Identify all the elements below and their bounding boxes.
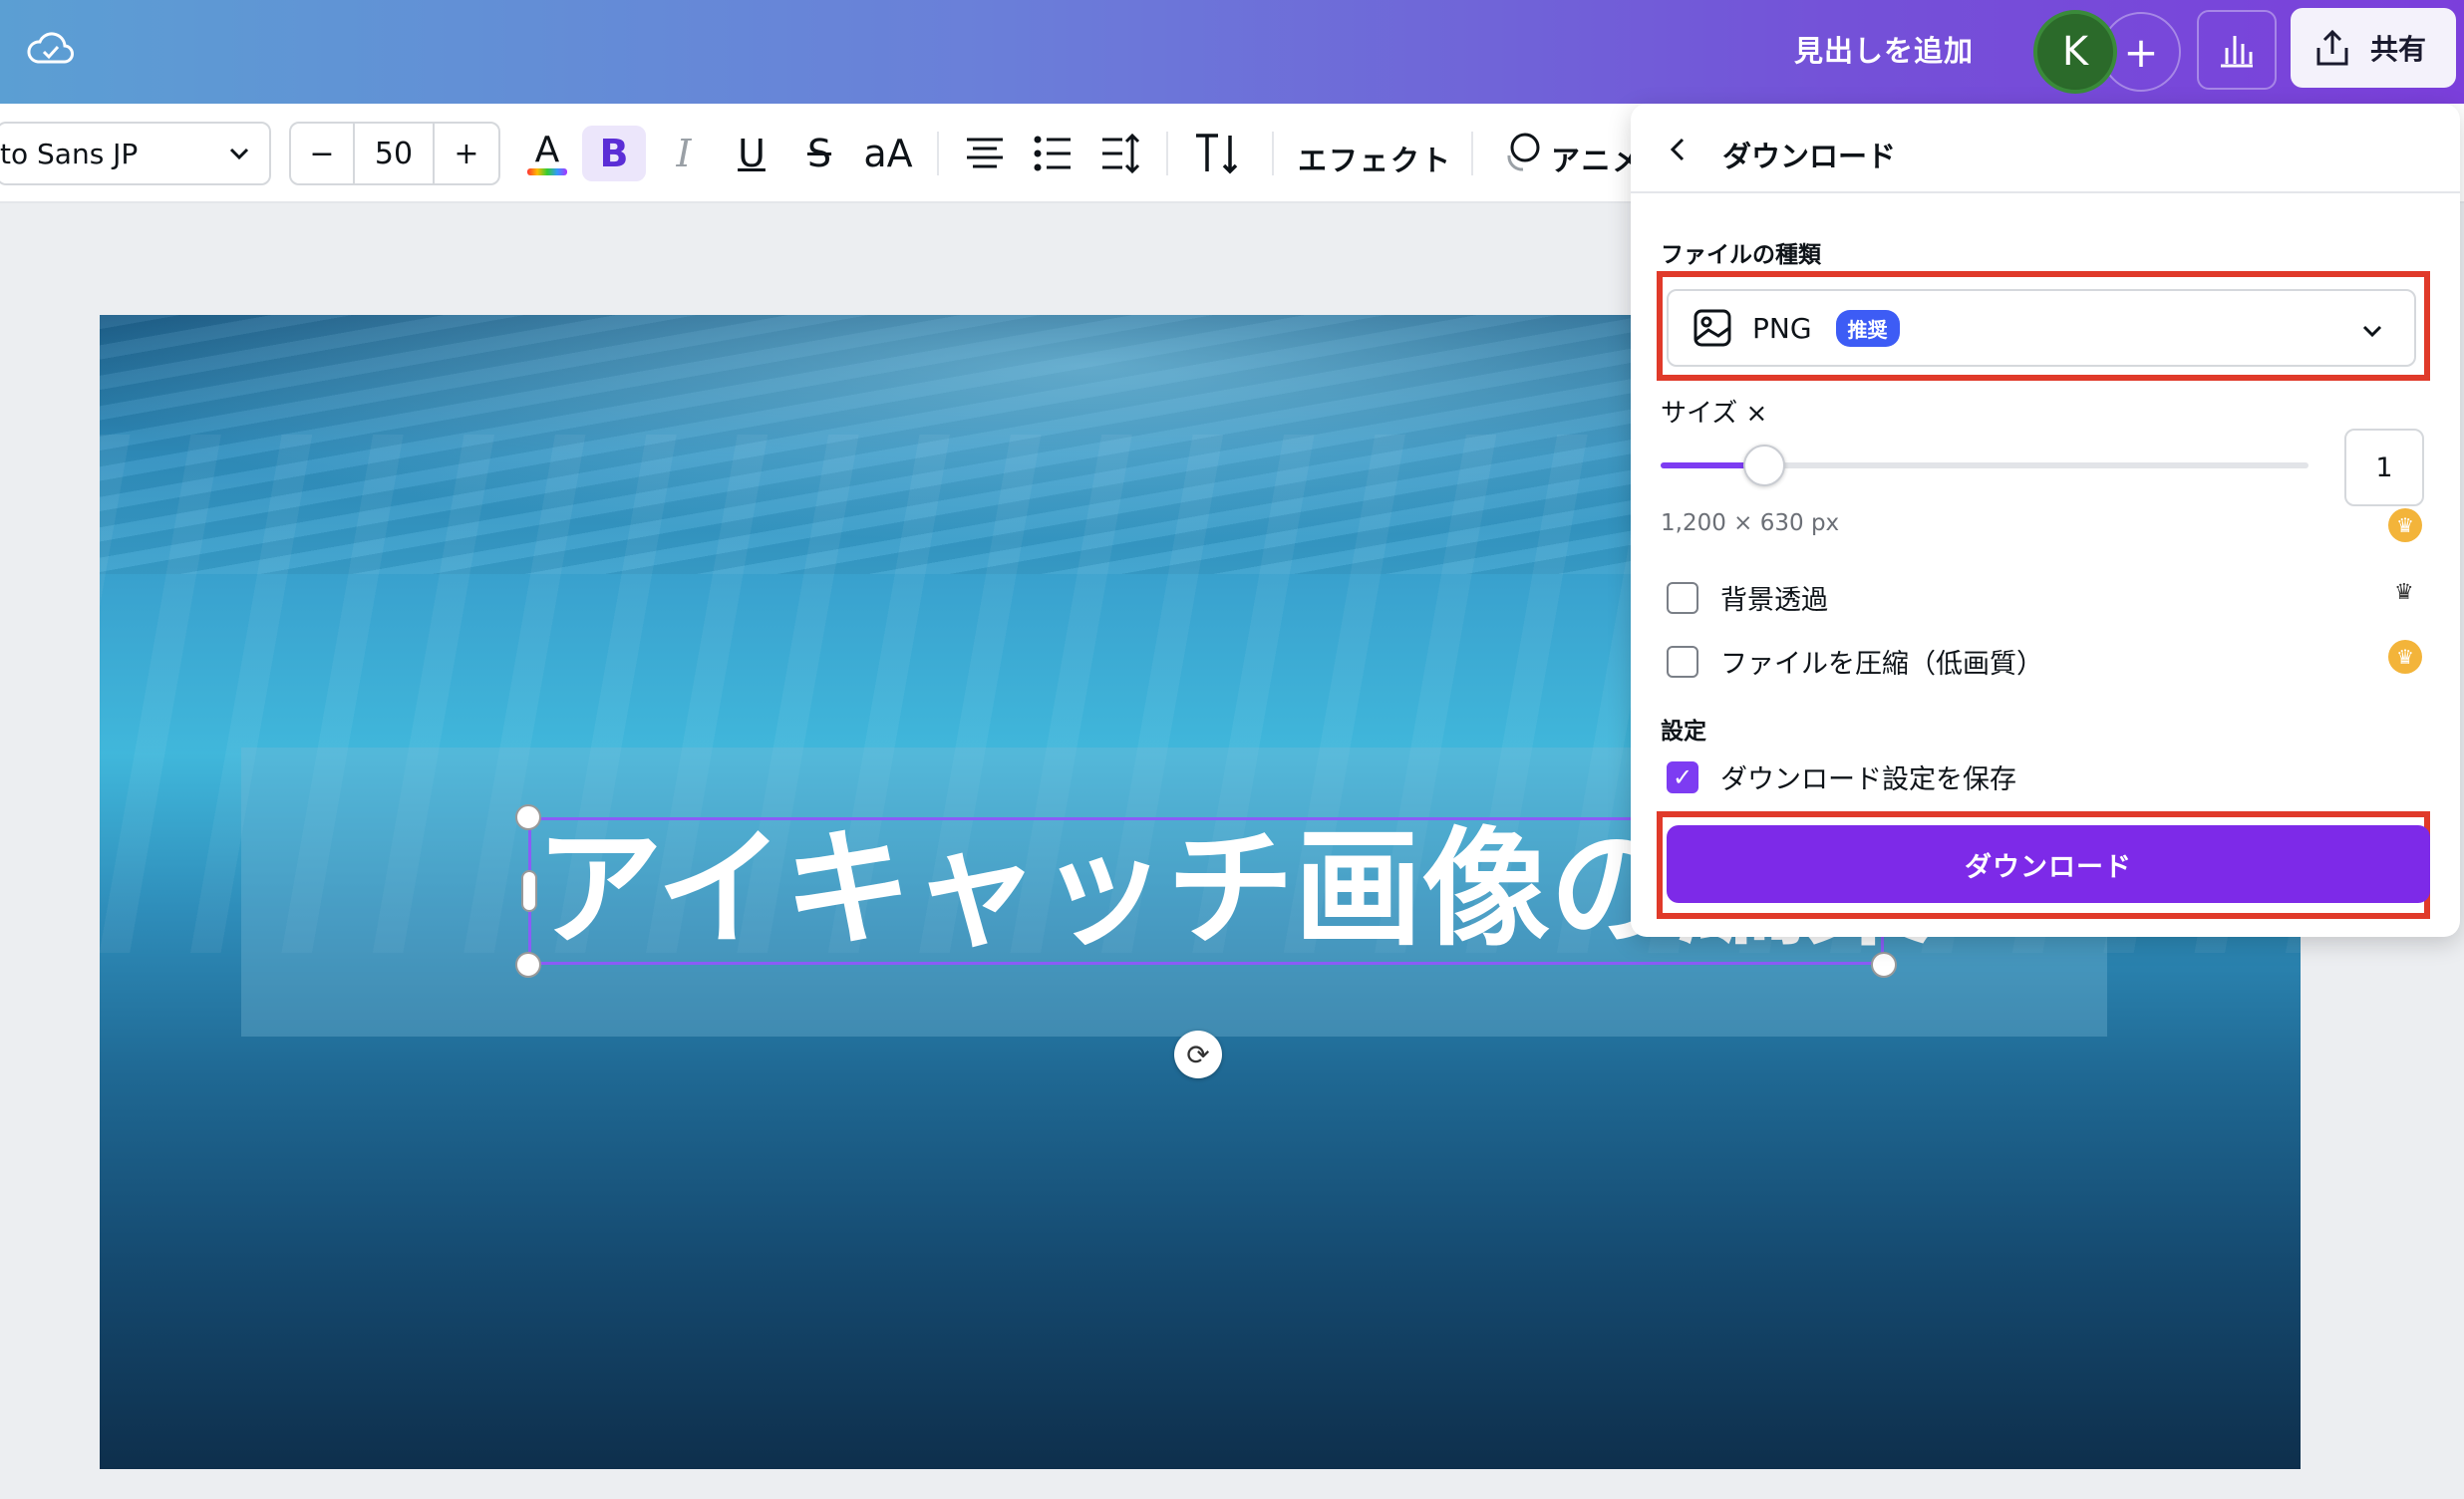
share-label: 共有	[2370, 33, 2427, 66]
dimensions-text: 1,200 × 630 px	[1661, 510, 1840, 536]
crown-icon: ♛	[2394, 580, 2414, 605]
resize-handle-left[interactable]	[521, 870, 537, 912]
line-spacing-icon[interactable]	[1098, 126, 1142, 181]
resize-handle-bottom-right[interactable]	[1871, 952, 1897, 978]
font-size-decrease-button[interactable]: −	[291, 124, 355, 183]
settings-label: 設定	[1661, 719, 1706, 745]
download-panel: ダウンロード ファイルの種類 PNG 推奨 サイズ × 1 1,200 × 63…	[1631, 104, 2460, 937]
file-type-label: ファイルの種類	[1661, 242, 1821, 268]
italic-button[interactable]: I	[664, 126, 704, 181]
text-color-button[interactable]: A	[522, 126, 572, 181]
share-button[interactable]: 共有	[2291, 8, 2456, 88]
compress-file-row[interactable]: ファイルを圧縮（低画質）	[1667, 642, 2043, 681]
effects-button[interactable]: エフェクト	[1298, 138, 1452, 179]
chevron-down-icon	[229, 148, 249, 160]
file-type-value: PNG	[1752, 311, 1812, 345]
compress-file-checkbox[interactable]	[1667, 645, 1698, 678]
bullet-list-icon[interactable]	[1031, 126, 1075, 181]
panel-header: ダウンロード	[1631, 104, 2460, 193]
font-size-increase-button[interactable]: +	[435, 124, 498, 183]
rotate-handle-icon[interactable]: ⟳	[1174, 1031, 1222, 1078]
add-heading-button[interactable]: 見出しを追加	[1794, 28, 1974, 70]
image-icon	[1694, 309, 1731, 347]
chevron-down-icon	[2362, 325, 2382, 338]
transparent-background-checkbox[interactable]	[1667, 581, 1698, 614]
size-input[interactable]: 1	[2344, 429, 2424, 506]
font-size-stepper: − 50 +	[289, 122, 500, 185]
bar-chart-icon	[2221, 36, 2253, 68]
upload-icon	[2316, 29, 2348, 66]
save-settings-row[interactable]: ✓ ダウンロード設定を保存	[1667, 757, 2016, 796]
align-center-icon[interactable]	[963, 126, 1007, 181]
file-type-select[interactable]: PNG 推奨	[1667, 289, 2416, 367]
panel-title: ダウンロード	[1722, 140, 1897, 173]
vertical-text-icon[interactable]	[1192, 126, 1242, 181]
cloud-sync-icon[interactable]	[26, 26, 76, 70]
crown-icon: ♛	[2388, 640, 2422, 674]
divider	[1471, 132, 1473, 175]
strikethrough-button[interactable]: S	[799, 126, 839, 181]
avatar[interactable]: K	[2033, 10, 2117, 94]
size-slider[interactable]	[1661, 445, 2309, 486]
animate-button[interactable]: アニメ	[1551, 138, 1643, 179]
recommended-badge: 推奨	[1835, 309, 1900, 347]
bold-button[interactable]: B	[582, 126, 646, 181]
resize-handle-top-left[interactable]	[515, 804, 541, 830]
divider	[1272, 132, 1274, 175]
animate-icon[interactable]	[1501, 126, 1543, 181]
top-bar: 見出しを追加 + K 共有	[0, 0, 2464, 104]
letter-case-button[interactable]: aA	[861, 126, 915, 181]
download-button[interactable]: ダウンロード	[1667, 825, 2430, 903]
resize-handle-bottom-left[interactable]	[515, 952, 541, 978]
save-settings-label: ダウンロード設定を保存	[1720, 764, 2016, 795]
divider	[937, 132, 939, 175]
compress-file-label: ファイルを圧縮（低画質）	[1720, 649, 2043, 680]
back-arrow-icon[interactable]	[1661, 132, 1696, 167]
size-slider-thumb[interactable]	[1743, 445, 1785, 486]
rainbow-bar-icon	[527, 167, 567, 175]
font-family-value: to Sans JP	[0, 137, 139, 170]
text-color-glyph: A	[534, 129, 560, 170]
save-settings-checkbox[interactable]: ✓	[1667, 760, 1698, 793]
insights-button[interactable]	[2197, 10, 2277, 90]
divider	[1166, 132, 1168, 175]
font-size-input[interactable]: 50	[355, 124, 435, 183]
size-label: サイズ ×	[1661, 399, 1768, 429]
transparent-background-row[interactable]: 背景透過	[1667, 578, 1828, 617]
transparent-background-label: 背景透過	[1720, 585, 1828, 616]
crown-icon: ♛	[2388, 508, 2422, 542]
underline-button[interactable]: U	[732, 126, 771, 181]
font-family-select[interactable]: to Sans JP	[0, 122, 271, 185]
